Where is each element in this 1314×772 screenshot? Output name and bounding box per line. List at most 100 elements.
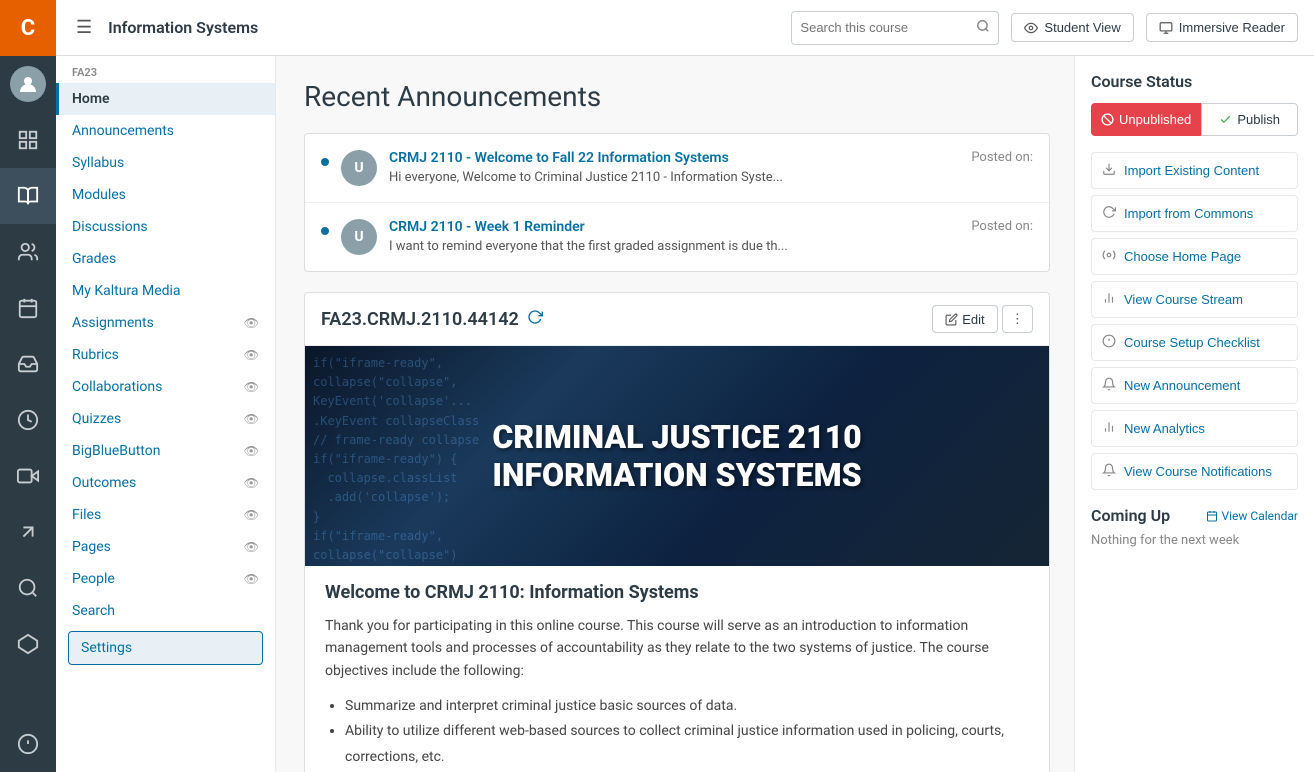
course-section: FA23.CRMJ.2110.44142 Edit ⋮ [304, 292, 1050, 772]
course-status-title: Course Status [1091, 72, 1298, 91]
announcement-meta: Posted on: [971, 219, 1033, 234]
sidebar-item-people[interactable]: People 👁 [56, 563, 275, 595]
avatar: U [341, 150, 377, 186]
announcement-body: CRMJ 2110 - Welcome to Fall 22 Informati… [389, 150, 959, 185]
sidebar-item-pages[interactable]: Pages 👁 [56, 531, 275, 563]
sidebar-item-announcements[interactable]: Announcements [56, 115, 275, 147]
settings-label: Settings [81, 640, 132, 656]
visibility-icon-people: 👁 [244, 572, 259, 586]
status-buttons: Unpublished Publish [1091, 103, 1298, 136]
sidebar-item-files[interactable]: Files 👁 [56, 499, 275, 531]
view-notifications-icon [1102, 463, 1116, 480]
visibility-icon-rubrics: 👁 [244, 348, 259, 362]
global-nav-item-info[interactable] [0, 716, 56, 772]
sidebar-item-collaborations[interactable]: Collaborations 👁 [56, 371, 275, 403]
visibility-icon-assignments: 👁 [244, 316, 259, 330]
sync-icon [527, 309, 543, 329]
avatar: U [341, 219, 377, 255]
sidebar-item-grades[interactable]: Grades [56, 243, 275, 275]
global-nav-item-commons[interactable] [0, 504, 56, 560]
sidebar-item-kaltura[interactable]: My Kaltura Media [56, 275, 275, 307]
setup-checklist-button[interactable]: Course Setup Checklist [1091, 324, 1298, 361]
setup-checklist-icon [1102, 334, 1116, 351]
announcement-meta: Posted on: [971, 150, 1033, 165]
global-nav-item-account[interactable] [0, 56, 56, 112]
unpublished-button[interactable]: Unpublished [1091, 103, 1201, 136]
sidebar-item-assignments[interactable]: Assignments 👁 [56, 307, 275, 339]
sidebar-item-settings[interactable]: Settings [68, 631, 263, 665]
student-view-label: Student View [1044, 20, 1120, 35]
sidebar-item-bigbluebutton[interactable]: BigBlueButton 👁 [56, 435, 275, 467]
view-calendar-link[interactable]: View Calendar [1206, 509, 1298, 523]
global-nav-logo[interactable]: C [0, 0, 56, 56]
course-body: Welcome to CRMJ 2110: Information System… [305, 566, 1049, 772]
visibility-icon-collaborations: 👁 [244, 380, 259, 394]
global-nav-item-network[interactable] [0, 616, 56, 672]
coming-up-title: Coming Up [1091, 506, 1170, 525]
sidebar-item-discussions[interactable]: Discussions [56, 211, 275, 243]
more-options-button[interactable]: ⋮ [1002, 305, 1033, 333]
avatar [10, 66, 46, 102]
course-hero: if("iframe-ready", collapse("collapse", … [305, 346, 1049, 566]
import-commons-button[interactable]: Import from Commons [1091, 195, 1298, 232]
view-notifications-button[interactable]: View Course Notifications [1091, 453, 1298, 490]
import-content-icon [1102, 162, 1116, 179]
course-term: FA23 [56, 56, 275, 83]
global-nav-item-inbox[interactable] [0, 336, 56, 392]
student-view-button[interactable]: Student View [1011, 13, 1133, 42]
global-nav-item-dashboard[interactable] [0, 112, 56, 168]
announcement-body: CRMJ 2110 - Week 1 Reminder I want to re… [389, 219, 959, 254]
main-content: Recent Announcements U CRMJ 2110 - Welco… [276, 56, 1074, 772]
new-announcement-icon [1102, 377, 1116, 394]
import-content-button[interactable]: Import Existing Content [1091, 152, 1298, 189]
announcement-title[interactable]: CRMJ 2110 - Welcome to Fall 22 Informati… [389, 150, 959, 166]
sidebar-item-quizzes[interactable]: Quizzes 👁 [56, 403, 275, 435]
top-header: ☰ Information Systems Student View Immer… [56, 0, 1314, 56]
global-nav-item-studio[interactable] [0, 448, 56, 504]
search-input[interactable] [800, 20, 970, 35]
new-analytics-button[interactable]: New Analytics [1091, 410, 1298, 447]
hamburger-button[interactable]: ☰ [72, 13, 96, 42]
publish-button[interactable]: Publish [1201, 103, 1298, 136]
unread-dot [321, 158, 329, 166]
announcement-excerpt: Hi everyone, Welcome to Criminal Justice… [389, 170, 959, 185]
view-stream-button[interactable]: View Course Stream [1091, 281, 1298, 318]
list-item: Ability to utilize different web-based s… [345, 719, 1029, 769]
edit-button[interactable]: Edit [932, 305, 997, 333]
sidebar-item-modules[interactable]: Modules [56, 179, 275, 211]
right-sidebar: Course Status Unpublished Publish Import… [1074, 56, 1314, 772]
unread-dot [321, 227, 329, 235]
choose-home-icon [1102, 248, 1116, 265]
immersive-reader-button[interactable]: Immersive Reader [1146, 13, 1298, 42]
visibility-icon-bigbluebutton: 👁 [244, 444, 259, 458]
course-section-title: FA23.CRMJ.2110.44142 [321, 309, 924, 330]
sidebar-item-rubrics[interactable]: Rubrics 👁 [56, 339, 275, 371]
announcements-card: U CRMJ 2110 - Welcome to Fall 22 Informa… [304, 133, 1050, 272]
announcement-excerpt: I want to remind everyone that the first… [389, 239, 959, 254]
sidebar-item-outcomes[interactable]: Outcomes 👁 [56, 467, 275, 499]
announcement-item: U CRMJ 2110 - Week 1 Reminder I want to … [305, 203, 1049, 271]
global-nav-item-courses[interactable] [0, 168, 56, 224]
global-nav-item-search[interactable] [0, 560, 56, 616]
sidebar-item-home[interactable]: Home [56, 83, 275, 115]
global-nav-item-history[interactable] [0, 392, 56, 448]
view-stream-icon [1102, 291, 1116, 308]
sidebar-item-search[interactable]: Search [56, 595, 275, 627]
nothing-text: Nothing for the next week [1091, 533, 1298, 548]
content-area: FA23 Home Announcements Syllabus Modules… [56, 56, 1314, 772]
new-analytics-icon [1102, 420, 1116, 437]
choose-home-button[interactable]: Choose Home Page [1091, 238, 1298, 275]
sidebar-item-syllabus[interactable]: Syllabus [56, 147, 275, 179]
page-title: Recent Announcements [304, 80, 1050, 113]
immersive-reader-label: Immersive Reader [1179, 20, 1285, 35]
global-nav-item-groups[interactable] [0, 224, 56, 280]
import-commons-icon [1102, 205, 1116, 222]
course-section-header: FA23.CRMJ.2110.44142 Edit ⋮ [305, 293, 1049, 346]
new-announcement-button[interactable]: New Announcement [1091, 367, 1298, 404]
main-wrapper: ☰ Information Systems Student View Immer… [56, 0, 1314, 772]
visibility-icon-files: 👁 [244, 508, 259, 522]
announcement-title[interactable]: CRMJ 2110 - Week 1 Reminder [389, 219, 959, 235]
global-nav-item-calendar[interactable] [0, 280, 56, 336]
course-body-intro: Thank you for participating in this onli… [325, 615, 1029, 682]
announcement-item: U CRMJ 2110 - Welcome to Fall 22 Informa… [305, 134, 1049, 203]
